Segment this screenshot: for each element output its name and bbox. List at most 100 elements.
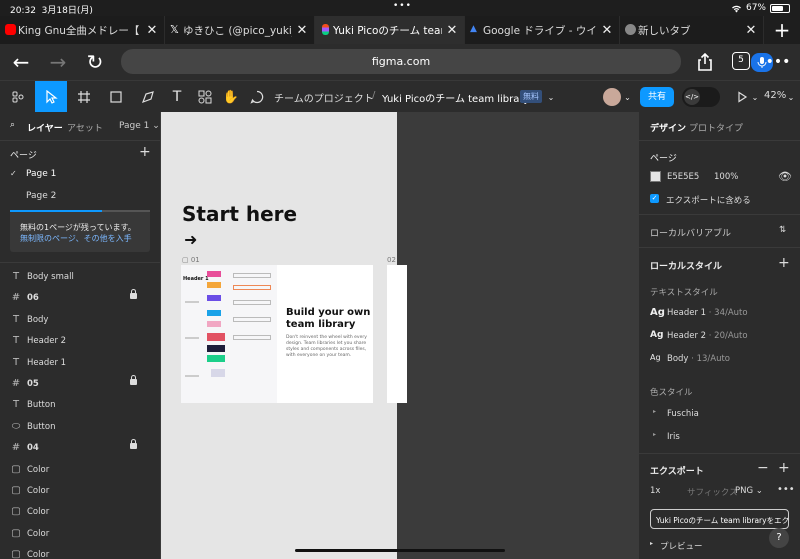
local-variables-title[interactable]: ローカルバリアブル <box>650 226 731 239</box>
more-options-icon[interactable]: ••• <box>777 484 795 495</box>
frame-01[interactable]: Header 1 Build your own team library Don… <box>181 265 373 403</box>
frame-tool-icon[interactable] <box>70 81 98 113</box>
frame-label-02[interactable]: 02 <box>387 256 396 264</box>
browser-tab-drive[interactable]: ▲ Google ドライブ - ウイル ✕ <box>465 16 620 44</box>
export-button[interactable]: Yuki Picoのチーム team libraryをエクス... <box>650 509 789 529</box>
move-tool-icon[interactable] <box>35 81 67 113</box>
page-selector[interactable]: Page 1 ⌄ <box>119 121 160 131</box>
export-suffix[interactable]: サフィックス <box>687 486 738 498</box>
layer-item[interactable]: T Body small <box>0 267 160 288</box>
properties-panel: デザイン プロトタイプ ページ E5E5E5 100% 👁 ✓ エクスポートに含… <box>639 112 800 559</box>
canvas[interactable]: Start here ➜ ▢ 01 02 Header 1 Build your… <box>161 112 639 559</box>
text-style-icon: Ag <box>650 353 661 362</box>
reload-icon[interactable]: ↻ <box>83 50 107 74</box>
frame-label-01[interactable]: ▢ 01 <box>182 256 200 264</box>
close-tab-icon[interactable]: ✕ <box>146 23 158 38</box>
close-tab-icon[interactable]: ✕ <box>601 23 613 38</box>
preview-toggle[interactable]: プレビュー <box>660 540 703 552</box>
checkbox-icon[interactable]: ✓ <box>650 194 659 203</box>
layer-item[interactable]: ▢ Color <box>0 524 160 545</box>
lock-icon[interactable] <box>130 439 137 450</box>
minus-icon[interactable]: − <box>757 460 769 476</box>
layer-item[interactable]: #05 <box>0 374 160 395</box>
dev-mode-toggle[interactable]: </> <box>682 87 720 107</box>
user-avatar[interactable]: ⌄ <box>601 81 633 113</box>
layer-item[interactable]: #04 <box>0 438 160 459</box>
layer-item[interactable]: T Body <box>0 310 160 331</box>
code-icon: </> <box>684 89 700 105</box>
caret-right-icon[interactable]: ▸ <box>650 540 653 547</box>
caret-right-icon[interactable]: ▸ <box>653 408 656 415</box>
help-button[interactable]: ? <box>769 528 789 548</box>
layer-item[interactable]: ⬭ Button <box>0 417 160 438</box>
pen-tool-icon[interactable] <box>134 81 162 113</box>
divider <box>639 214 800 215</box>
layer-item[interactable]: ▢ Color <box>0 460 160 481</box>
share-icon[interactable] <box>693 50 717 74</box>
plan-badge: 無料 <box>520 90 542 103</box>
tab-prototype[interactable]: プロトタイプ <box>689 121 743 134</box>
close-tab-icon[interactable]: ✕ <box>745 23 757 38</box>
close-tab-icon[interactable]: ✕ <box>296 23 308 38</box>
upgrade-link[interactable]: 無制限のページ、その他を入手 <box>20 233 132 244</box>
address-bar[interactable]: figma.com <box>121 49 773 74</box>
comment-tool-icon[interactable] <box>246 81 268 113</box>
file-name[interactable]: Yuki Picoのチーム team library <box>382 90 529 105</box>
rectangle-icon: ▢ <box>11 549 21 559</box>
browser-tab-figma[interactable]: Yuki Picoのチーム team ✕ <box>315 16 465 44</box>
add-style-icon[interactable]: + <box>778 255 790 271</box>
share-button[interactable]: 共有 <box>640 87 674 107</box>
hand-tool-icon[interactable]: ✋ <box>220 81 242 113</box>
layer-item[interactable]: ▢ Color <box>0 545 160 559</box>
browser-tab-x[interactable]: 𝕏 ゆきひこ (@pico_yuki_5 ✕ <box>165 16 315 44</box>
forward-arrow-icon[interactable]: → <box>46 50 70 74</box>
page-bg-swatch[interactable] <box>650 171 661 182</box>
page-item-2[interactable]: Page 2 <box>26 191 56 201</box>
eye-icon[interactable]: 👁 <box>778 170 792 183</box>
browser-tab-youtube[interactable]: King Gnu全曲メドレー【 ✕ <box>0 16 165 44</box>
caret-right-icon[interactable]: ▸ <box>653 431 656 438</box>
add-export-icon[interactable]: + <box>778 460 790 476</box>
chevron-down-icon[interactable]: ⌄ <box>546 81 556 113</box>
chevron-down-icon[interactable]: ⌄ <box>750 81 760 113</box>
close-tab-icon[interactable]: ✕ <box>446 23 458 38</box>
text-tool-icon[interactable]: T <box>166 81 188 113</box>
add-page-icon[interactable]: + <box>139 144 151 160</box>
breadcrumb-project[interactable]: チームのプロジェクト <box>274 90 374 105</box>
resources-icon[interactable] <box>194 81 216 113</box>
browser-tab-newtab[interactable]: 新しいタブ ✕ <box>620 16 764 44</box>
main-menu-icon[interactable] <box>6 81 32 113</box>
more-menu-icon[interactable]: ••• <box>766 50 791 74</box>
lock-icon[interactable] <box>130 289 137 300</box>
tab-design[interactable]: デザイン <box>650 121 686 134</box>
text-style-icon: Ag <box>650 307 665 318</box>
url-text: figma.com <box>371 55 431 68</box>
export-format[interactable]: PNG ⌄ <box>735 486 763 496</box>
layer-item[interactable]: T Header 2 <box>0 331 160 352</box>
page-bg-opacity[interactable]: 100% <box>714 172 738 182</box>
layer-name: Header 2 <box>27 336 67 347</box>
layer-item[interactable]: T Button <box>0 395 160 416</box>
layer-item[interactable]: #06 <box>0 288 160 309</box>
chevron-down-icon[interactable]: ⌄ <box>786 81 796 113</box>
search-icon[interactable]: ⌕ <box>10 120 15 130</box>
layer-item[interactable]: ▢ Color <box>0 502 160 523</box>
layer-item[interactable]: ▢ Color <box>0 481 160 502</box>
page-bg-hex[interactable]: E5E5E5 <box>667 172 699 182</box>
back-arrow-icon[interactable]: ← <box>9 50 33 74</box>
frame-02[interactable] <box>387 265 407 403</box>
tab-assets[interactable]: アセット <box>67 121 103 134</box>
variables-icon[interactable]: ⇅ <box>779 225 786 235</box>
page-item-1[interactable]: Page 1 <box>26 169 56 179</box>
tab-layers[interactable]: レイヤー <box>27 121 63 134</box>
layer-item[interactable]: T Header 1 <box>0 353 160 374</box>
zoom-level[interactable]: 42% <box>764 90 786 101</box>
thumb-header: Header 1 <box>183 276 209 282</box>
tab-count-button[interactable]: 5 <box>732 52 750 70</box>
lock-icon[interactable] <box>130 375 137 385</box>
export-scale[interactable]: 1x <box>650 486 660 496</box>
new-tab-button[interactable]: + <box>764 16 800 44</box>
shape-tool-icon[interactable] <box>102 81 130 113</box>
multitask-dots-icon[interactable]: ••• <box>393 1 412 11</box>
canvas-heading: Start here <box>182 202 298 226</box>
